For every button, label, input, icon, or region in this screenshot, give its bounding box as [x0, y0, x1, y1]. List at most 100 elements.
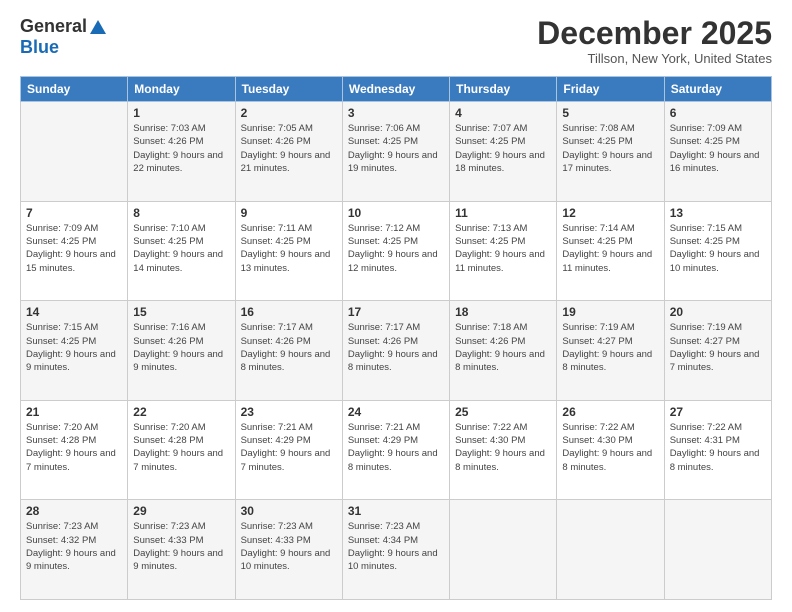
- header: General Blue December 2025 Tillson, New …: [20, 16, 772, 66]
- calendar-week-row: 1 Sunrise: 7:03 AMSunset: 4:26 PMDayligh…: [21, 102, 772, 202]
- cell-day-number: 3: [348, 106, 444, 120]
- cell-day-number: 9: [241, 206, 337, 220]
- cell-info: Sunrise: 7:23 AMSunset: 4:32 PMDaylight:…: [26, 520, 122, 573]
- cell-day-number: 16: [241, 305, 337, 319]
- table-row: 13 Sunrise: 7:15 AMSunset: 4:25 PMDaylig…: [664, 201, 771, 301]
- table-row: 14 Sunrise: 7:15 AMSunset: 4:25 PMDaylig…: [21, 301, 128, 401]
- col-tuesday: Tuesday: [235, 77, 342, 102]
- cell-day-number: 26: [562, 405, 658, 419]
- col-saturday: Saturday: [664, 77, 771, 102]
- cell-day-number: 14: [26, 305, 122, 319]
- table-row: 23 Sunrise: 7:21 AMSunset: 4:29 PMDaylig…: [235, 400, 342, 500]
- page: General Blue December 2025 Tillson, New …: [0, 0, 792, 612]
- calendar-week-row: 28 Sunrise: 7:23 AMSunset: 4:32 PMDaylig…: [21, 500, 772, 600]
- cell-day-number: 7: [26, 206, 122, 220]
- col-wednesday: Wednesday: [342, 77, 449, 102]
- cell-info: Sunrise: 7:09 AMSunset: 4:25 PMDaylight:…: [26, 222, 122, 275]
- cell-info: Sunrise: 7:05 AMSunset: 4:26 PMDaylight:…: [241, 122, 337, 175]
- cell-info: Sunrise: 7:07 AMSunset: 4:25 PMDaylight:…: [455, 122, 551, 175]
- calendar-week-row: 7 Sunrise: 7:09 AMSunset: 4:25 PMDayligh…: [21, 201, 772, 301]
- cell-info: Sunrise: 7:19 AMSunset: 4:27 PMDaylight:…: [562, 321, 658, 374]
- logo-triangle-icon: [89, 18, 107, 36]
- calendar-week-row: 14 Sunrise: 7:15 AMSunset: 4:25 PMDaylig…: [21, 301, 772, 401]
- logo-blue-text: Blue: [20, 37, 59, 57]
- cell-day-number: 29: [133, 504, 229, 518]
- table-row: 3 Sunrise: 7:06 AMSunset: 4:25 PMDayligh…: [342, 102, 449, 202]
- cell-info: Sunrise: 7:13 AMSunset: 4:25 PMDaylight:…: [455, 222, 551, 275]
- table-row: 1 Sunrise: 7:03 AMSunset: 4:26 PMDayligh…: [128, 102, 235, 202]
- col-friday: Friday: [557, 77, 664, 102]
- table-row: 21 Sunrise: 7:20 AMSunset: 4:28 PMDaylig…: [21, 400, 128, 500]
- cell-day-number: 21: [26, 405, 122, 419]
- cell-info: Sunrise: 7:08 AMSunset: 4:25 PMDaylight:…: [562, 122, 658, 175]
- cell-info: Sunrise: 7:15 AMSunset: 4:25 PMDaylight:…: [670, 222, 766, 275]
- calendar-header-row: Sunday Monday Tuesday Wednesday Thursday…: [21, 77, 772, 102]
- calendar-table: Sunday Monday Tuesday Wednesday Thursday…: [20, 76, 772, 600]
- table-row: 8 Sunrise: 7:10 AMSunset: 4:25 PMDayligh…: [128, 201, 235, 301]
- table-row: 20 Sunrise: 7:19 AMSunset: 4:27 PMDaylig…: [664, 301, 771, 401]
- cell-day-number: 2: [241, 106, 337, 120]
- col-sunday: Sunday: [21, 77, 128, 102]
- cell-day-number: 31: [348, 504, 444, 518]
- col-monday: Monday: [128, 77, 235, 102]
- cell-info: Sunrise: 7:21 AMSunset: 4:29 PMDaylight:…: [348, 421, 444, 474]
- table-row: 27 Sunrise: 7:22 AMSunset: 4:31 PMDaylig…: [664, 400, 771, 500]
- table-row: [21, 102, 128, 202]
- cell-day-number: 5: [562, 106, 658, 120]
- cell-info: Sunrise: 7:16 AMSunset: 4:26 PMDaylight:…: [133, 321, 229, 374]
- table-row: 28 Sunrise: 7:23 AMSunset: 4:32 PMDaylig…: [21, 500, 128, 600]
- table-row: 29 Sunrise: 7:23 AMSunset: 4:33 PMDaylig…: [128, 500, 235, 600]
- cell-day-number: 17: [348, 305, 444, 319]
- cell-info: Sunrise: 7:20 AMSunset: 4:28 PMDaylight:…: [133, 421, 229, 474]
- cell-info: Sunrise: 7:17 AMSunset: 4:26 PMDaylight:…: [348, 321, 444, 374]
- col-thursday: Thursday: [450, 77, 557, 102]
- table-row: 25 Sunrise: 7:22 AMSunset: 4:30 PMDaylig…: [450, 400, 557, 500]
- table-row: 31 Sunrise: 7:23 AMSunset: 4:34 PMDaylig…: [342, 500, 449, 600]
- cell-info: Sunrise: 7:20 AMSunset: 4:28 PMDaylight:…: [26, 421, 122, 474]
- table-row: 10 Sunrise: 7:12 AMSunset: 4:25 PMDaylig…: [342, 201, 449, 301]
- cell-info: Sunrise: 7:18 AMSunset: 4:26 PMDaylight:…: [455, 321, 551, 374]
- cell-day-number: 28: [26, 504, 122, 518]
- table-row: 11 Sunrise: 7:13 AMSunset: 4:25 PMDaylig…: [450, 201, 557, 301]
- cell-info: Sunrise: 7:22 AMSunset: 4:31 PMDaylight:…: [670, 421, 766, 474]
- cell-day-number: 30: [241, 504, 337, 518]
- table-row: 6 Sunrise: 7:09 AMSunset: 4:25 PMDayligh…: [664, 102, 771, 202]
- logo-general-text: General: [20, 16, 87, 37]
- cell-info: Sunrise: 7:23 AMSunset: 4:34 PMDaylight:…: [348, 520, 444, 573]
- cell-day-number: 25: [455, 405, 551, 419]
- cell-day-number: 1: [133, 106, 229, 120]
- cell-day-number: 20: [670, 305, 766, 319]
- cell-day-number: 6: [670, 106, 766, 120]
- cell-info: Sunrise: 7:06 AMSunset: 4:25 PMDaylight:…: [348, 122, 444, 175]
- cell-info: Sunrise: 7:15 AMSunset: 4:25 PMDaylight:…: [26, 321, 122, 374]
- location: Tillson, New York, United States: [537, 51, 772, 66]
- cell-info: Sunrise: 7:19 AMSunset: 4:27 PMDaylight:…: [670, 321, 766, 374]
- table-row: [664, 500, 771, 600]
- logo: General Blue: [20, 16, 107, 58]
- cell-day-number: 22: [133, 405, 229, 419]
- cell-info: Sunrise: 7:11 AMSunset: 4:25 PMDaylight:…: [241, 222, 337, 275]
- table-row: 5 Sunrise: 7:08 AMSunset: 4:25 PMDayligh…: [557, 102, 664, 202]
- cell-info: Sunrise: 7:21 AMSunset: 4:29 PMDaylight:…: [241, 421, 337, 474]
- table-row: 26 Sunrise: 7:22 AMSunset: 4:30 PMDaylig…: [557, 400, 664, 500]
- table-row: 15 Sunrise: 7:16 AMSunset: 4:26 PMDaylig…: [128, 301, 235, 401]
- cell-day-number: 8: [133, 206, 229, 220]
- cell-day-number: 18: [455, 305, 551, 319]
- table-row: [557, 500, 664, 600]
- cell-day-number: 24: [348, 405, 444, 419]
- cell-day-number: 15: [133, 305, 229, 319]
- cell-info: Sunrise: 7:12 AMSunset: 4:25 PMDaylight:…: [348, 222, 444, 275]
- table-row: 16 Sunrise: 7:17 AMSunset: 4:26 PMDaylig…: [235, 301, 342, 401]
- cell-day-number: 4: [455, 106, 551, 120]
- table-row: 4 Sunrise: 7:07 AMSunset: 4:25 PMDayligh…: [450, 102, 557, 202]
- cell-info: Sunrise: 7:03 AMSunset: 4:26 PMDaylight:…: [133, 122, 229, 175]
- table-row: 17 Sunrise: 7:17 AMSunset: 4:26 PMDaylig…: [342, 301, 449, 401]
- cell-info: Sunrise: 7:10 AMSunset: 4:25 PMDaylight:…: [133, 222, 229, 275]
- table-row: 2 Sunrise: 7:05 AMSunset: 4:26 PMDayligh…: [235, 102, 342, 202]
- cell-day-number: 27: [670, 405, 766, 419]
- table-row: 22 Sunrise: 7:20 AMSunset: 4:28 PMDaylig…: [128, 400, 235, 500]
- cell-day-number: 13: [670, 206, 766, 220]
- header-right: December 2025 Tillson, New York, United …: [537, 16, 772, 66]
- calendar-week-row: 21 Sunrise: 7:20 AMSunset: 4:28 PMDaylig…: [21, 400, 772, 500]
- cell-info: Sunrise: 7:14 AMSunset: 4:25 PMDaylight:…: [562, 222, 658, 275]
